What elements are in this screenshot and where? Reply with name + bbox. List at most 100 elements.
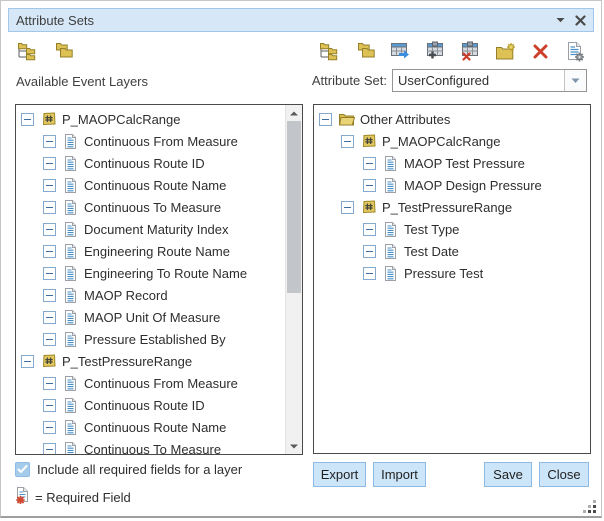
tree-item[interactable]: Engineering Route Name bbox=[16, 240, 285, 262]
scroll-down-icon[interactable] bbox=[286, 438, 302, 454]
tree-item[interactable]: Continuous From Measure bbox=[16, 372, 285, 394]
collapse-minus-icon[interactable] bbox=[43, 179, 56, 192]
left-panel-scrollbar[interactable] bbox=[285, 105, 302, 454]
tree-item[interactable]: Other Attributes bbox=[314, 108, 590, 130]
collapse-minus-icon[interactable] bbox=[43, 245, 56, 258]
collapse-minus-icon[interactable] bbox=[21, 113, 34, 126]
tree-item[interactable]: Pressure Test bbox=[314, 262, 590, 284]
collapse-caret-icon[interactable] bbox=[551, 11, 569, 29]
attribute-set-combobox[interactable]: UserConfigured bbox=[392, 69, 587, 92]
tree-item[interactable]: Continuous Route ID bbox=[16, 152, 285, 174]
resize-grip[interactable] bbox=[584, 500, 596, 512]
tree-item[interactable]: Test Type bbox=[314, 218, 590, 240]
tree-item[interactable]: Test Date bbox=[314, 240, 590, 262]
open-folders-icon[interactable] bbox=[52, 40, 75, 62]
open-folders-icon[interactable] bbox=[354, 40, 377, 62]
tree-item[interactable]: Continuous Route Name bbox=[16, 174, 285, 196]
tree-item[interactable]: Continuous To Measure bbox=[16, 438, 285, 454]
new-folder-icon[interactable] bbox=[494, 40, 517, 62]
field-icon bbox=[62, 221, 79, 238]
field-icon bbox=[62, 199, 79, 216]
tree-item[interactable]: P_MAOPCalcRange bbox=[314, 130, 590, 152]
tree-item-label: Continuous From Measure bbox=[84, 376, 238, 391]
tree-item-label: Engineering Route Name bbox=[84, 244, 230, 259]
tree-item[interactable]: P_MAOPCalcRange bbox=[16, 108, 285, 130]
field-icon bbox=[62, 419, 79, 436]
tree-item[interactable]: MAOP Record bbox=[16, 284, 285, 306]
collapse-minus-icon[interactable] bbox=[43, 135, 56, 148]
tree-item-label: Document Maturity Index bbox=[84, 222, 229, 237]
scrollbar-thumb[interactable] bbox=[287, 121, 301, 293]
field-icon bbox=[382, 177, 399, 194]
collapse-minus-icon[interactable] bbox=[43, 443, 56, 455]
tree-item[interactable]: P_TestPressureRange bbox=[314, 196, 590, 218]
titlebar[interactable]: Attribute Sets bbox=[8, 8, 594, 32]
tree-item[interactable]: Continuous From Measure bbox=[16, 130, 285, 152]
tree-item[interactable]: Continuous Route ID bbox=[16, 394, 285, 416]
include-required-fields-checkbox[interactable] bbox=[15, 462, 30, 477]
tree-item[interactable]: MAOP Test Pressure bbox=[314, 152, 590, 174]
tree-item-label: Pressure Test bbox=[404, 266, 483, 281]
remove-table-icon[interactable] bbox=[459, 40, 482, 62]
tree-item[interactable]: Document Maturity Index bbox=[16, 218, 285, 240]
save-button[interactable]: Save bbox=[484, 462, 532, 487]
collapse-minus-icon[interactable] bbox=[43, 157, 56, 170]
collapse-minus-icon[interactable] bbox=[341, 201, 354, 214]
close-icon[interactable] bbox=[571, 11, 589, 29]
event-layer-icon bbox=[40, 111, 57, 128]
tree-item-label: P_TestPressureRange bbox=[382, 200, 512, 215]
collapse-minus-icon[interactable] bbox=[341, 135, 354, 148]
collapse-minus-icon[interactable] bbox=[43, 377, 56, 390]
toolbar-left-group bbox=[17, 40, 75, 62]
tree-item[interactable]: Continuous To Measure bbox=[16, 196, 285, 218]
collapse-minus-icon[interactable] bbox=[21, 355, 34, 368]
collapse-minus-icon[interactable] bbox=[43, 399, 56, 412]
tree-item[interactable]: MAOP Design Pressure bbox=[314, 174, 590, 196]
attribute-sets-dialog: Attribute Sets bbox=[0, 0, 602, 518]
import-button[interactable]: Import bbox=[373, 462, 426, 487]
collapse-minus-icon[interactable] bbox=[363, 179, 376, 192]
combobox-dropdown-button[interactable] bbox=[564, 70, 586, 91]
collapse-minus-icon[interactable] bbox=[363, 223, 376, 236]
export-table-icon[interactable] bbox=[389, 40, 412, 62]
tree-item[interactable]: Engineering To Route Name bbox=[16, 262, 285, 284]
collapse-minus-icon[interactable] bbox=[43, 421, 56, 434]
field-icon bbox=[62, 265, 79, 282]
tree-item[interactable]: MAOP Unit Of Measure bbox=[16, 306, 285, 328]
include-required-fields-row: Include all required fields for a layer bbox=[15, 462, 242, 477]
field-icon bbox=[62, 177, 79, 194]
collapse-minus-icon[interactable] bbox=[363, 267, 376, 280]
tree-item-label: P_MAOPCalcRange bbox=[382, 134, 501, 149]
tree-item-label: Other Attributes bbox=[360, 112, 450, 127]
document-settings-icon[interactable] bbox=[564, 40, 587, 62]
collapse-minus-icon[interactable] bbox=[43, 267, 56, 280]
collapse-minus-icon[interactable] bbox=[363, 157, 376, 170]
close-button[interactable]: Close bbox=[539, 462, 589, 487]
tree-item[interactable]: P_TestPressureRange bbox=[16, 350, 285, 372]
export-button[interactable]: Export bbox=[313, 462, 366, 487]
tree-item[interactable]: Pressure Established By bbox=[16, 328, 285, 350]
collapse-minus-icon[interactable] bbox=[43, 289, 56, 302]
toolbar bbox=[17, 38, 587, 64]
tree-item-label: Test Type bbox=[404, 222, 459, 237]
tree-item-label: Continuous From Measure bbox=[84, 134, 238, 149]
collapse-minus-icon[interactable] bbox=[43, 311, 56, 324]
collapse-minus-icon[interactable] bbox=[363, 245, 376, 258]
field-icon bbox=[62, 287, 79, 304]
tree-item-label: Test Date bbox=[404, 244, 459, 259]
required-field-icon bbox=[15, 486, 30, 509]
add-event-layer-tree-icon[interactable] bbox=[17, 40, 40, 62]
scroll-up-icon[interactable] bbox=[286, 105, 302, 121]
add-table-icon[interactable] bbox=[424, 40, 447, 62]
collapse-minus-icon[interactable] bbox=[319, 113, 332, 126]
add-attribute-tree-icon[interactable] bbox=[319, 40, 342, 62]
required-field-label: = Required Field bbox=[35, 490, 131, 505]
tree-item-label: Continuous Route ID bbox=[84, 156, 205, 171]
collapse-minus-icon[interactable] bbox=[43, 223, 56, 236]
field-icon bbox=[382, 243, 399, 260]
delete-icon[interactable] bbox=[529, 40, 552, 62]
collapse-minus-icon[interactable] bbox=[43, 333, 56, 346]
tree-item[interactable]: Continuous Route Name bbox=[16, 416, 285, 438]
tree-item-label: Pressure Established By bbox=[84, 332, 226, 347]
collapse-minus-icon[interactable] bbox=[43, 201, 56, 214]
